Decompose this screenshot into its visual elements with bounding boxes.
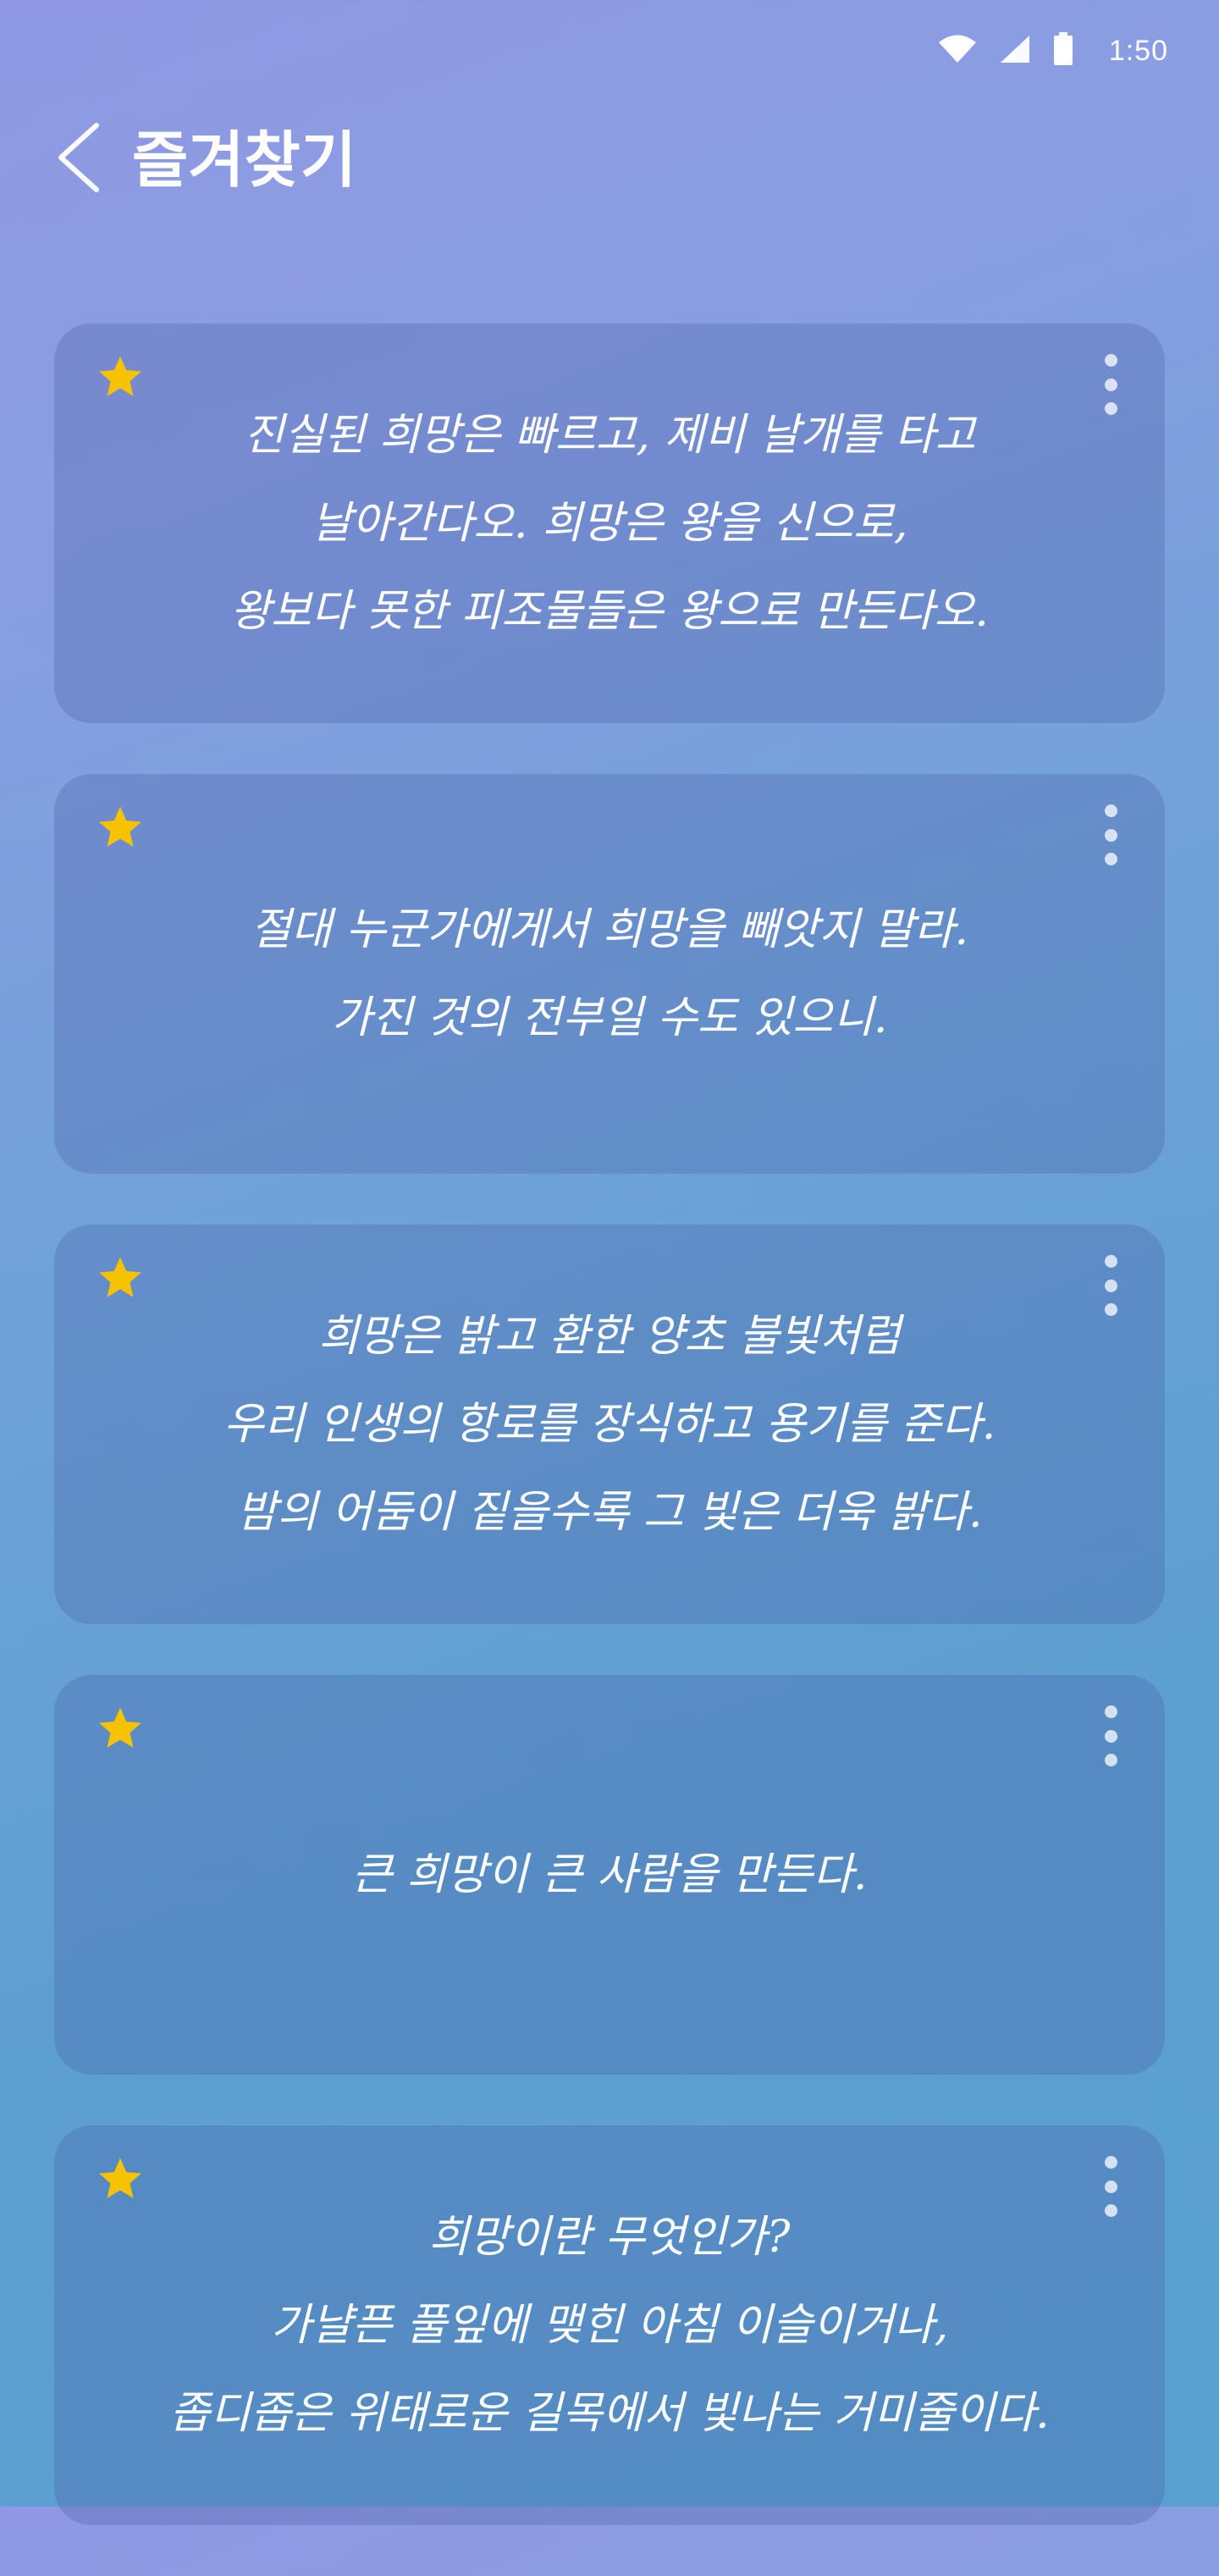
- quote-text: 희망은 밝고 환한 양초 불빛처럼 우리 인생의 항로를 장식하고 용기를 준다…: [130, 1224, 1089, 1624]
- quote-line: 가냘픈 풀잎에 맺힌 아침 이슬이거나,: [270, 2300, 949, 2351]
- quote-line: 가진 것의 전부일 수도 있으니.: [331, 992, 888, 1043]
- more-options-icon[interactable]: [1094, 1705, 1128, 1766]
- page-title: 즐겨찾기: [132, 124, 356, 196]
- quote-line: 진실된 희망은 빠르고, 제비 날개를 타고: [243, 410, 976, 461]
- quote-line: 날아간다오. 희망은 왕을 신으로,: [311, 498, 908, 549]
- more-options-icon[interactable]: [1094, 2156, 1128, 2217]
- favorite-card[interactable]: 희망은 밝고 환한 양초 불빛처럼 우리 인생의 항로를 장식하고 용기를 준다…: [54, 1224, 1165, 1624]
- favorite-card[interactable]: 희망이란 무엇인가? 가냘픈 풀잎에 맺힌 아침 이슬이거나, 좁디좁은 위태로…: [54, 2125, 1165, 2525]
- quote-text: 큰 희망이 큰 사람을 만든다.: [130, 1675, 1089, 2075]
- quote-line: 좁디좁은 위태로운 길목에서 빛나는 거미줄이다.: [169, 2388, 1050, 2439]
- favorites-list: 진실된 희망은 빠르고, 제비 날개를 타고 날아간다오. 희망은 왕을 신으로…: [54, 323, 1165, 2576]
- status-time: 1:50: [1108, 34, 1168, 67]
- signal-icon: [999, 34, 1031, 68]
- more-options-icon[interactable]: [1094, 804, 1128, 865]
- quote-line: 왕보다 못한 피조물들은 왕으로 만든다오.: [230, 586, 989, 637]
- wifi-icon: [938, 35, 977, 67]
- back-button[interactable]: [44, 117, 112, 202]
- quote-line: 희망이란 무엇인가?: [428, 2212, 791, 2263]
- favorite-card[interactable]: 절대 누군가에게서 희망을 빼앗지 말라. 가진 것의 전부일 수도 있으니.: [54, 774, 1165, 1174]
- quote-line: 우리 인생의 항로를 장식하고 용기를 준다.: [223, 1399, 996, 1450]
- quote-line: 희망은 밝고 환한 양초 불빛처럼: [317, 1311, 902, 1362]
- quote-line: 큰 희망이 큰 사람을 만든다.: [351, 1849, 868, 1900]
- more-options-icon[interactable]: [1094, 1255, 1128, 1316]
- chevron-left-icon: [52, 122, 103, 196]
- app-header: 즐겨찾기: [0, 110, 1219, 212]
- quote-text: 희망이란 무엇인가? 가냘픈 풀잎에 맺힌 아침 이슬이거나, 좁디좁은 위태로…: [130, 2125, 1089, 2525]
- battery-icon: [1053, 32, 1073, 69]
- status-bar: 1:50: [0, 0, 1219, 102]
- more-options-icon[interactable]: [1094, 354, 1128, 415]
- status-icons: 1:50: [938, 32, 1168, 69]
- quote-text: 절대 누군가에게서 희망을 빼앗지 말라. 가진 것의 전부일 수도 있으니.: [130, 774, 1089, 1174]
- quote-text: 진실된 희망은 빠르고, 제비 날개를 타고 날아간다오. 희망은 왕을 신으로…: [130, 323, 1089, 723]
- quote-line: 밤의 어둠이 짙을수록 그 빛은 더욱 밝다.: [236, 1487, 983, 1538]
- quote-line: 절대 누군가에게서 희망을 빼앗지 말라.: [250, 904, 969, 955]
- favorite-card[interactable]: 진실된 희망은 빠르고, 제비 날개를 타고 날아간다오. 희망은 왕을 신으로…: [54, 323, 1165, 723]
- favorite-card[interactable]: 큰 희망이 큰 사람을 만든다.: [54, 1675, 1165, 2075]
